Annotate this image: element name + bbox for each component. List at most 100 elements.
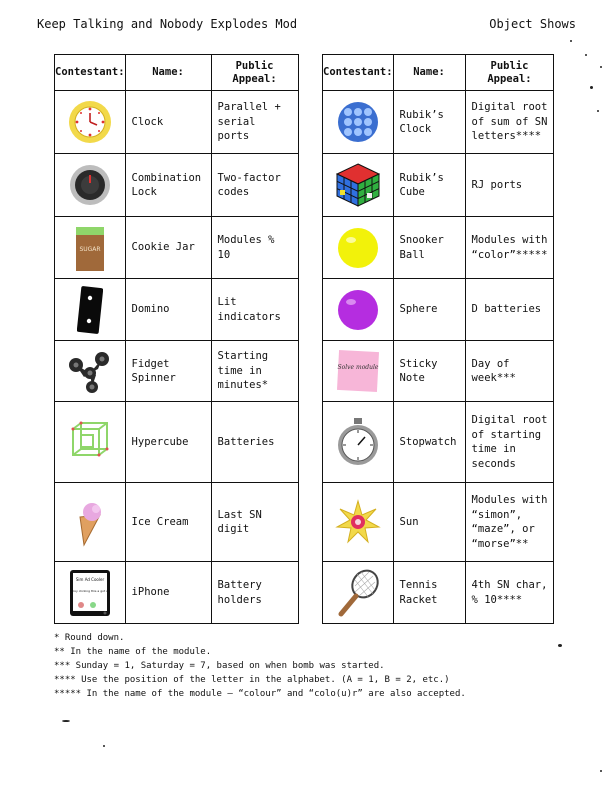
public-appeal: Digital root of starting time in seconds — [464, 401, 555, 483]
ice-cream-icon — [79, 503, 101, 547]
contestant-cell — [54, 482, 126, 562]
public-appeal: D batteries — [464, 278, 555, 341]
contestant-name: Tennis Racket — [392, 561, 466, 624]
footnote: ***** In the name of the module — “colou… — [54, 689, 466, 699]
contestant-name: iPhone — [124, 561, 212, 624]
contestant-name: Sticky Note — [392, 340, 466, 402]
column-header-contestant: Contestant: — [54, 54, 126, 91]
rubiks-cube-icon — [335, 163, 380, 207]
footnotes: * Round down. ** In the name of the modu… — [54, 631, 466, 701]
contestant-cell — [322, 153, 394, 217]
cookie-jar-icon: SUGAR — [75, 226, 104, 271]
public-appeal: Modules with “color”***** — [464, 216, 555, 279]
contestant-name: Hypercube — [124, 401, 212, 483]
paper-speck — [62, 720, 70, 722]
table-row: Hypercube Batteries — [54, 401, 299, 483]
table-row: SUGAR Cookie Jar Modules % 10 — [54, 216, 299, 279]
contestant-cell: Sim Ad Cooler Boxy clicking this a got a… — [54, 561, 126, 624]
table-row: Clock Parallel + serial ports — [54, 90, 299, 154]
contestant-cell — [322, 278, 394, 341]
contestant-cell: Solve module — [322, 340, 394, 402]
public-appeal: RJ ports — [464, 153, 555, 217]
paper-speck — [600, 66, 602, 68]
paper-speck — [570, 40, 572, 42]
public-appeal: Lit indicators — [210, 278, 299, 341]
table-row: Rubik’s Clock Digital root of sum of SN … — [322, 90, 555, 154]
contestant-name: Rubik’s Clock — [392, 90, 466, 154]
public-appeal: Starting time in minutes* — [210, 340, 299, 402]
contestant-name: Stopwatch — [392, 401, 466, 483]
public-appeal: Modules with “simon”, “maze”, or “morse”… — [464, 482, 555, 562]
table-row: Snooker Ball Modules with “color”***** — [322, 216, 555, 279]
module-name: Object Shows — [489, 17, 576, 31]
paper-speck — [590, 86, 593, 89]
snooker-ball-icon — [337, 227, 378, 268]
column-header-name: Name: — [392, 54, 466, 91]
jar-label: SUGAR — [79, 246, 100, 253]
column-header-appeal: Public Appeal: — [210, 54, 299, 91]
contestant-cell — [54, 278, 126, 341]
iphone-icon: Sim Ad Cooler Boxy clicking this a got a… — [69, 569, 110, 616]
contestant-name: Sun — [392, 482, 466, 562]
iphone-screen-title: Sim Ad Cooler — [76, 577, 105, 582]
table-row: Stopwatch Digital root of starting time … — [322, 401, 555, 483]
public-appeal: Day of week*** — [464, 340, 555, 402]
contestant-name: Fidget Spinner — [124, 340, 212, 402]
paper-speck — [585, 54, 587, 56]
contestant-cell: SUGAR — [54, 216, 126, 279]
contestant-cell — [54, 153, 126, 217]
paper-speck — [103, 745, 105, 747]
contestant-cell — [322, 482, 394, 562]
rubiks-clock-icon — [337, 102, 378, 142]
contestant-cell — [322, 561, 394, 624]
contestant-table-left: Contestant: Name: Public Appeal: Clock P… — [54, 54, 299, 624]
column-header-appeal: Public Appeal: — [464, 54, 555, 91]
sun-icon — [335, 499, 381, 544]
table-header-row: Contestant: Name: Public Appeal: — [54, 54, 299, 91]
contestant-name: Rubik’s Cube — [392, 153, 466, 217]
contestant-table-right: Contestant: Name: Public Appeal: Rubik’s… — [322, 54, 555, 624]
contestant-name: Ice Cream — [124, 482, 212, 562]
combination-lock-icon — [69, 165, 110, 205]
contestant-name: Clock — [124, 90, 212, 154]
contestant-name: Domino — [124, 278, 212, 341]
table-row: Combination Lock Two-factor codes — [54, 153, 299, 217]
footnote: * Round down. — [54, 633, 125, 643]
iphone-screen-body: Boxy clicking this a got all — [70, 589, 109, 593]
sticky-note-text: Solve module — [337, 364, 378, 371]
table-header-row: Contestant: Name: Public Appeal: — [322, 54, 555, 91]
table-row: Solve module Sticky Note Day of week*** — [322, 340, 555, 402]
table-row: Ice Cream Last SN digit — [54, 482, 299, 562]
public-appeal: Last SN digit — [210, 482, 299, 562]
public-appeal: Digital root of sum of SN letters**** — [464, 90, 555, 154]
stopwatch-icon — [337, 418, 378, 465]
footnote: *** Sunday = 1, Saturday = 7, based on w… — [54, 661, 385, 671]
hypercube-icon — [71, 421, 109, 457]
contestant-cell — [54, 401, 126, 483]
tennis-racket-icon — [338, 569, 379, 616]
sphere-icon — [337, 289, 378, 330]
table-row: Sim Ad Cooler Boxy clicking this a got a… — [54, 561, 299, 624]
clock-icon — [68, 101, 111, 143]
contestant-cell — [54, 340, 126, 402]
paper-speck — [597, 110, 599, 112]
paper-speck — [558, 644, 562, 647]
table-row: Tennis Racket 4th SN char, % 10**** — [322, 561, 555, 624]
table-row: Fidget Spinner Starting time in minutes* — [54, 340, 299, 402]
sticky-note-icon: Solve module — [336, 349, 379, 393]
footnote: ** In the name of the module. — [54, 647, 212, 657]
column-header-contestant: Contestant: — [322, 54, 394, 91]
table-row: Sphere D batteries — [322, 278, 555, 341]
domino-icon — [76, 285, 103, 334]
public-appeal: 4th SN char, % 10**** — [464, 561, 555, 624]
public-appeal: Batteries — [210, 401, 299, 483]
fidget-spinner-icon — [68, 352, 109, 393]
public-appeal: Modules % 10 — [210, 216, 299, 279]
footnote: **** Use the position of the letter in t… — [54, 675, 450, 685]
contestant-cell — [322, 216, 394, 279]
mod-title: Keep Talking and Nobody Explodes Mod — [37, 17, 298, 31]
contestant-cell — [54, 90, 126, 154]
contestant-name: Combination Lock — [124, 153, 212, 217]
paper-speck — [600, 770, 602, 772]
public-appeal: Parallel + serial ports — [210, 90, 299, 154]
